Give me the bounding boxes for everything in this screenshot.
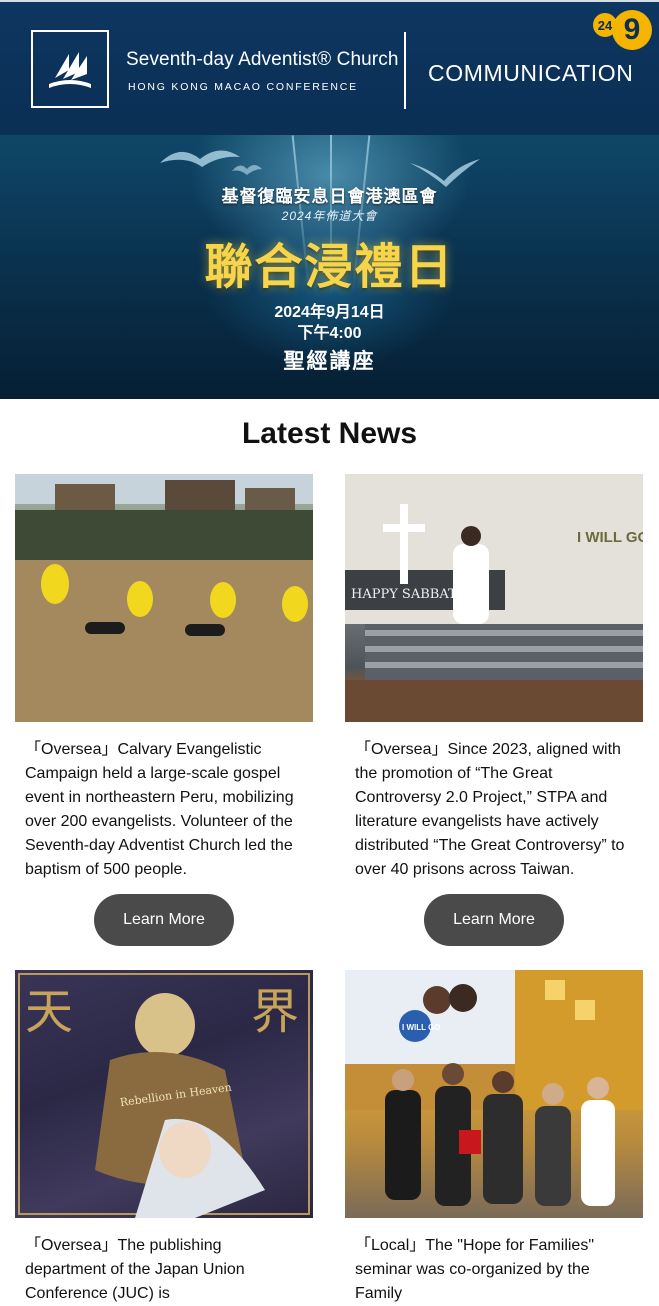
learn-more-button[interactable]: Learn More [94, 894, 234, 946]
section-name: COMMUNICATION [428, 60, 634, 86]
banner-title: 聯合浸禮日 [204, 239, 455, 295]
header-divider [404, 32, 406, 109]
seminar-group-illustration: I WILL GO [345, 970, 643, 1206]
news-summary: 「Oversea」Calvary Evangelistic Campaign h… [25, 741, 294, 878]
news-summary: 「Oversea」The publishing department of th… [25, 1237, 245, 1302]
dove-icon [160, 150, 240, 167]
banner-campaign: 2024年佈道大會 [281, 209, 378, 223]
book-distribution-illustration: HAPPY SABBATH I WILL GO [345, 474, 643, 722]
cover-title-left: 天 [25, 984, 73, 1040]
news-photo-seminar-group[interactable]: I WILL GO [345, 970, 643, 1218]
adventist-flame-bible-icon [49, 52, 91, 88]
issue-number: 9 [612, 10, 652, 50]
photo-sign-text: I WILL GO [577, 529, 643, 546]
banner-time: 下午4:00 [297, 325, 362, 342]
news-summary: 「Oversea」Since 2023, aligned with the pr… [355, 741, 625, 878]
banner-organizer: 基督復臨安息日會港澳區會 [221, 187, 438, 206]
church-name: Seventh-day Adventist® Church [126, 49, 399, 70]
event-banner[interactable]: 基督復臨安息日會港澳區會 2024年佈道大會 聯合浸禮日 2024年9月14日 … [0, 135, 659, 399]
news-photo-manga-cover[interactable]: 天 界 Rebellion in Heaven [15, 970, 313, 1218]
newsletter-header: Seventh-day Adventist® Church HONG KONG … [0, 0, 659, 135]
screen-text: I WILL GO [402, 1023, 441, 1032]
conference-name: HONG KONG MACAO CONFERENCE [128, 81, 358, 93]
learn-more-button[interactable]: Learn More [424, 894, 564, 946]
baptism-scene-illustration [15, 474, 313, 722]
banner-topic: 聖經講座 [283, 348, 376, 373]
adventist-logo[interactable] [31, 30, 109, 108]
news-summary: 「Local」The "Hope for Families" seminar w… [355, 1237, 595, 1302]
manga-cover-illustration: 天 界 Rebellion in Heaven [18, 973, 310, 1218]
news-photo-prison-books[interactable]: HAPPY SABBATH I WILL GO [345, 474, 643, 722]
cover-title-right: 界 [251, 984, 299, 1040]
issue-badge: 24 9 [592, 10, 654, 52]
dove-icon [232, 165, 262, 175]
photo-banner-text: HAPPY SABBATH [351, 587, 468, 602]
latest-news-heading: Latest News [241, 417, 418, 450]
news-photo-baptism[interactable] [15, 474, 313, 722]
